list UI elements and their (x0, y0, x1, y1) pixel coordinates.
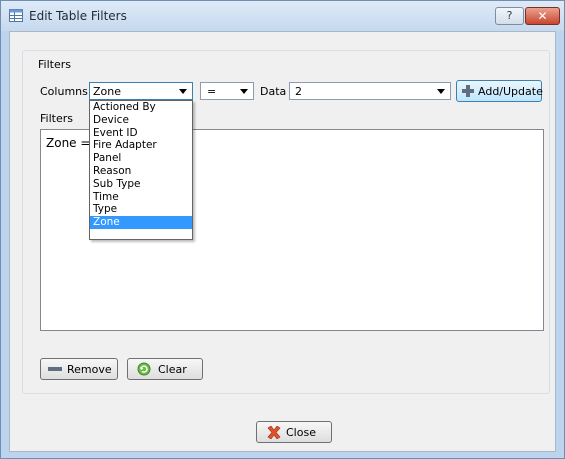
dropdown-option[interactable]: Reason (90, 165, 192, 178)
help-button[interactable]: ? (495, 7, 524, 25)
close-label: Close (286, 426, 316, 439)
minus-icon (48, 367, 62, 371)
data-value: 2 (295, 85, 302, 98)
columns-label: Columns (40, 85, 88, 98)
dropdown-option[interactable]: Event ID (90, 127, 192, 140)
refresh-icon (137, 362, 151, 376)
chevron-down-icon (179, 89, 187, 94)
window-title: Edit Table Filters (29, 9, 127, 23)
dropdown-option[interactable]: Time (90, 191, 192, 204)
dropdown-option-selected[interactable]: Zone (90, 216, 192, 229)
filters-groupbox-title: Filters (38, 58, 71, 71)
data-label: Data (260, 85, 287, 98)
table-icon (9, 9, 23, 22)
clear-label: Clear (158, 363, 187, 376)
filters-label: Filters (40, 112, 73, 125)
chevron-down-icon (240, 89, 248, 94)
title-bar[interactable]: Edit Table Filters ? ✕ (1, 1, 564, 31)
dropdown-option[interactable]: Actioned By (90, 101, 192, 114)
data-input[interactable]: 2 (289, 82, 451, 100)
dropdown-option[interactable]: Device (90, 114, 192, 127)
dropdown-option[interactable]: Fire Adapter (90, 139, 192, 152)
remove-label: Remove (67, 363, 112, 376)
plus-icon (462, 85, 474, 97)
add-update-button[interactable]: Add/Update (456, 80, 543, 102)
dropdown-option[interactable]: Type (90, 203, 192, 216)
operator-select[interactable]: = (200, 82, 254, 100)
dropdown-option[interactable]: Sub Type (90, 178, 192, 191)
clear-button[interactable]: Clear (127, 358, 203, 380)
chevron-down-icon (437, 89, 445, 94)
columns-select[interactable]: Zone (89, 82, 193, 100)
operator-selected-value: = (207, 85, 217, 98)
close-button[interactable]: Close (256, 421, 332, 443)
close-icon (267, 426, 281, 439)
remove-button[interactable]: Remove (40, 358, 118, 380)
columns-selected-value: Zone (93, 85, 122, 98)
add-update-label: Add/Update (478, 85, 543, 98)
dropdown-option[interactable]: Panel (90, 152, 192, 165)
window-close-button[interactable]: ✕ (525, 7, 560, 25)
columns-dropdown-list[interactable]: Actioned By Device Event ID Fire Adapter… (89, 100, 193, 240)
